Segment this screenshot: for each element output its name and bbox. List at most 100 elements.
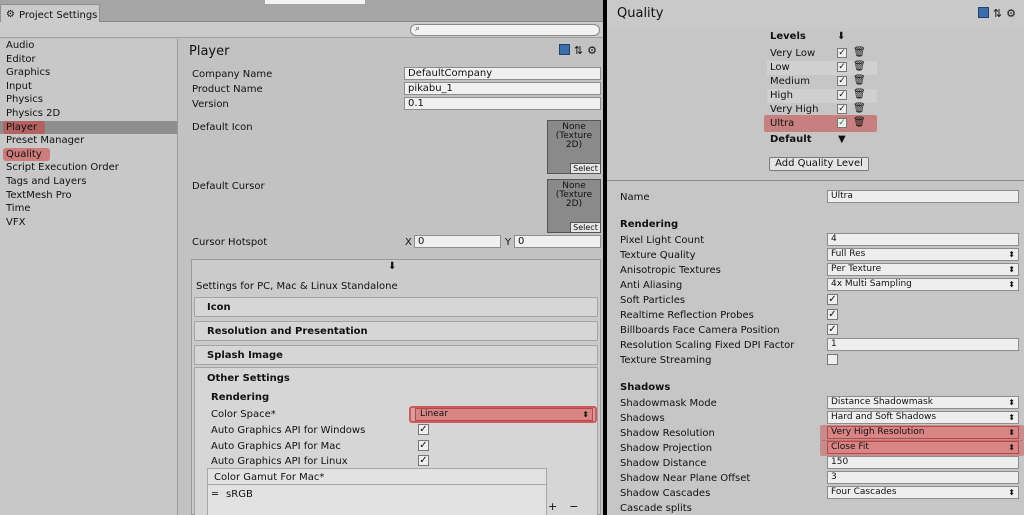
sidebar-item-physics[interactable]: Physics [0, 93, 177, 107]
realtime-reflection-probes-checkbox[interactable]: ✓ [827, 309, 838, 320]
color-gamut-value: sRGB [226, 489, 253, 500]
texture-streaming-label: Texture Streaming [620, 355, 712, 366]
trash-icon[interactable]: 🗑 [853, 117, 866, 128]
level-row-high[interactable]: High ✓ 🗑 [767, 89, 877, 103]
chevron-down-icon[interactable]: ▼ [838, 134, 846, 145]
hotspot-y-field[interactable]: 0 [514, 235, 601, 248]
shadows-label: Shadows [620, 413, 665, 424]
add-quality-level-button[interactable]: Add Quality Level [769, 157, 869, 171]
trash-icon[interactable]: 🗑 [853, 47, 866, 58]
trash-icon[interactable]: 🗑 [853, 61, 866, 72]
shadow-projection-dropdown[interactable]: Close Fit ⬍ [827, 441, 1019, 454]
download-arrow-icon[interactable]: ⬇ [388, 261, 396, 272]
color-gamut-list: Color Gamut For Mac* ═ sRGB [207, 468, 547, 515]
sidebar-item-vfx[interactable]: VFX [0, 216, 177, 230]
auto-api-linux-label: Auto Graphics API for Linux [211, 456, 348, 467]
company-name-field[interactable]: DefaultCompany [404, 67, 601, 80]
sidebar-item-physics-2d[interactable]: Physics 2D [0, 107, 177, 121]
shadow-near-plane-field[interactable]: 3 [827, 471, 1019, 484]
anisotropic-textures-dropdown[interactable]: Per Texture ⬍ [827, 263, 1019, 276]
auto-api-mac-checkbox[interactable]: ✓ [418, 440, 429, 451]
shadowmask-mode-value: Distance Shadowmask [831, 397, 933, 407]
shadow-resolution-label: Shadow Resolution [620, 428, 715, 439]
level-row-ultra[interactable]: Ultra ✓ 🗑 [767, 117, 877, 131]
shadow-resolution-dropdown[interactable]: Very High Resolution ⬍ [827, 426, 1019, 439]
trash-icon[interactable]: 🗑 [853, 89, 866, 100]
level-checkbox[interactable]: ✓ [837, 62, 847, 72]
shadow-cascades-dropdown[interactable]: Four Cascades ⬍ [827, 486, 1019, 499]
section-resolution[interactable]: Resolution and Presentation [194, 321, 598, 341]
preset-sliders-icon[interactable]: ⇅ [574, 44, 583, 57]
level-checkbox[interactable]: ✓ [837, 76, 847, 86]
level-row-low[interactable]: Low ✓ 🗑 [767, 61, 877, 75]
level-checkbox[interactable]: ✓ [837, 90, 847, 100]
remove-item-button[interactable]: − [569, 500, 578, 513]
level-checkbox[interactable]: ✓ [837, 118, 847, 128]
quality-header: Quality ⇅ ⚙ [607, 0, 1024, 28]
color-space-dropdown[interactable]: Linear ⬍ [415, 408, 593, 421]
level-row-medium[interactable]: Medium ✓ 🗑 [767, 75, 877, 89]
settings-gear-icon[interactable]: ⚙ [587, 44, 597, 57]
anti-aliasing-dropdown[interactable]: 4x Multi Sampling ⬍ [827, 278, 1019, 291]
sidebar-item-quality[interactable]: Quality [0, 147, 177, 162]
dropdown-arrow-icon: ⬍ [1008, 398, 1015, 407]
sidebar-item-preset-manager[interactable]: Preset Manager [0, 134, 177, 148]
section-splash[interactable]: Splash Image [194, 345, 598, 365]
pixel-light-count-field[interactable]: 4 [827, 233, 1019, 246]
sidebar-item-label: Player [3, 120, 46, 135]
hotspot-x-field[interactable]: 0 [414, 235, 501, 248]
level-checkbox[interactable]: ✓ [837, 104, 847, 114]
sidebar-item-tags-and-layers[interactable]: Tags and Layers [0, 175, 177, 189]
sidebar-item-textmesh-pro[interactable]: TextMesh Pro [0, 189, 177, 203]
sidebar-item-script-execution-order[interactable]: Script Execution Order [0, 161, 177, 175]
project-settings-tab[interactable]: ⚙ Project Settings [0, 4, 100, 22]
sidebar-item-graphics[interactable]: Graphics [0, 66, 177, 80]
default-cursor-label: Default Cursor [192, 181, 265, 192]
product-name-field[interactable]: pikabu_1 [404, 82, 601, 95]
soft-particles-checkbox[interactable]: ✓ [827, 294, 838, 305]
shadows-dropdown[interactable]: Hard and Soft Shadows ⬍ [827, 411, 1019, 424]
texture-streaming-checkbox[interactable] [827, 354, 838, 365]
default-cursor-slot[interactable]: None (Texture 2D) Select [547, 179, 601, 233]
select-button[interactable]: Select [570, 222, 600, 232]
search-icon: ⌕ [415, 24, 421, 34]
other-settings-header[interactable]: Other Settings [207, 373, 290, 384]
version-field[interactable]: 0.1 [404, 97, 601, 110]
shadow-cascades-value: Four Cascades [831, 487, 897, 497]
platform-title: Settings for PC, Mac & Linux Standalone [196, 281, 398, 292]
settings-gear-icon[interactable]: ⚙ [1006, 7, 1016, 20]
shadowmask-mode-dropdown[interactable]: Distance Shadowmask ⬍ [827, 396, 1019, 409]
sidebar-item-audio[interactable]: Audio [0, 39, 177, 53]
select-button[interactable]: Select [570, 163, 600, 173]
level-row-very-high[interactable]: Very High ✓ 🗑 [767, 103, 877, 117]
auto-api-linux-checkbox[interactable]: ✓ [418, 455, 429, 466]
trash-icon[interactable]: 🗑 [853, 75, 866, 86]
preset-sliders-icon[interactable]: ⇅ [993, 7, 1002, 20]
level-checkbox[interactable]: ✓ [837, 48, 847, 58]
default-icon-slot[interactable]: None (Texture 2D) Select [547, 120, 601, 174]
section-icon[interactable]: Icon [194, 297, 598, 317]
help-book-icon[interactable] [558, 44, 570, 55]
sidebar-item-input[interactable]: Input [0, 80, 177, 94]
list-item[interactable]: ═ sRGB [208, 485, 546, 500]
drag-handle-icon[interactable]: ═ [212, 489, 218, 500]
sidebar-item-player[interactable]: Player [0, 120, 177, 135]
dpi-factor-field[interactable]: 1 [827, 338, 1019, 351]
sidebar-item-time[interactable]: Time [0, 202, 177, 216]
search-input[interactable]: ⌕ [410, 24, 600, 36]
add-item-button[interactable]: + [548, 500, 557, 513]
help-book-icon[interactable] [977, 7, 989, 18]
billboards-checkbox[interactable]: ✓ [827, 324, 838, 335]
trash-icon[interactable]: 🗑 [853, 103, 866, 114]
page-title: Player [189, 44, 230, 59]
shadow-cascades-label: Shadow Cascades [620, 488, 711, 499]
shadow-distance-field[interactable]: 150 [827, 456, 1019, 469]
level-row-very-low[interactable]: Very Low ✓ 🗑 [767, 47, 877, 61]
download-arrow-icon[interactable]: ⬇ [837, 31, 845, 42]
texture-quality-dropdown[interactable]: Full Res ⬍ [827, 248, 1019, 261]
sidebar-item-editor[interactable]: Editor [0, 53, 177, 67]
dropdown-arrow-icon: ⬍ [582, 410, 589, 419]
dropdown-arrow-icon: ⬍ [1008, 428, 1015, 437]
auto-api-windows-checkbox[interactable]: ✓ [418, 424, 429, 435]
name-field[interactable]: Ultra [827, 190, 1019, 203]
